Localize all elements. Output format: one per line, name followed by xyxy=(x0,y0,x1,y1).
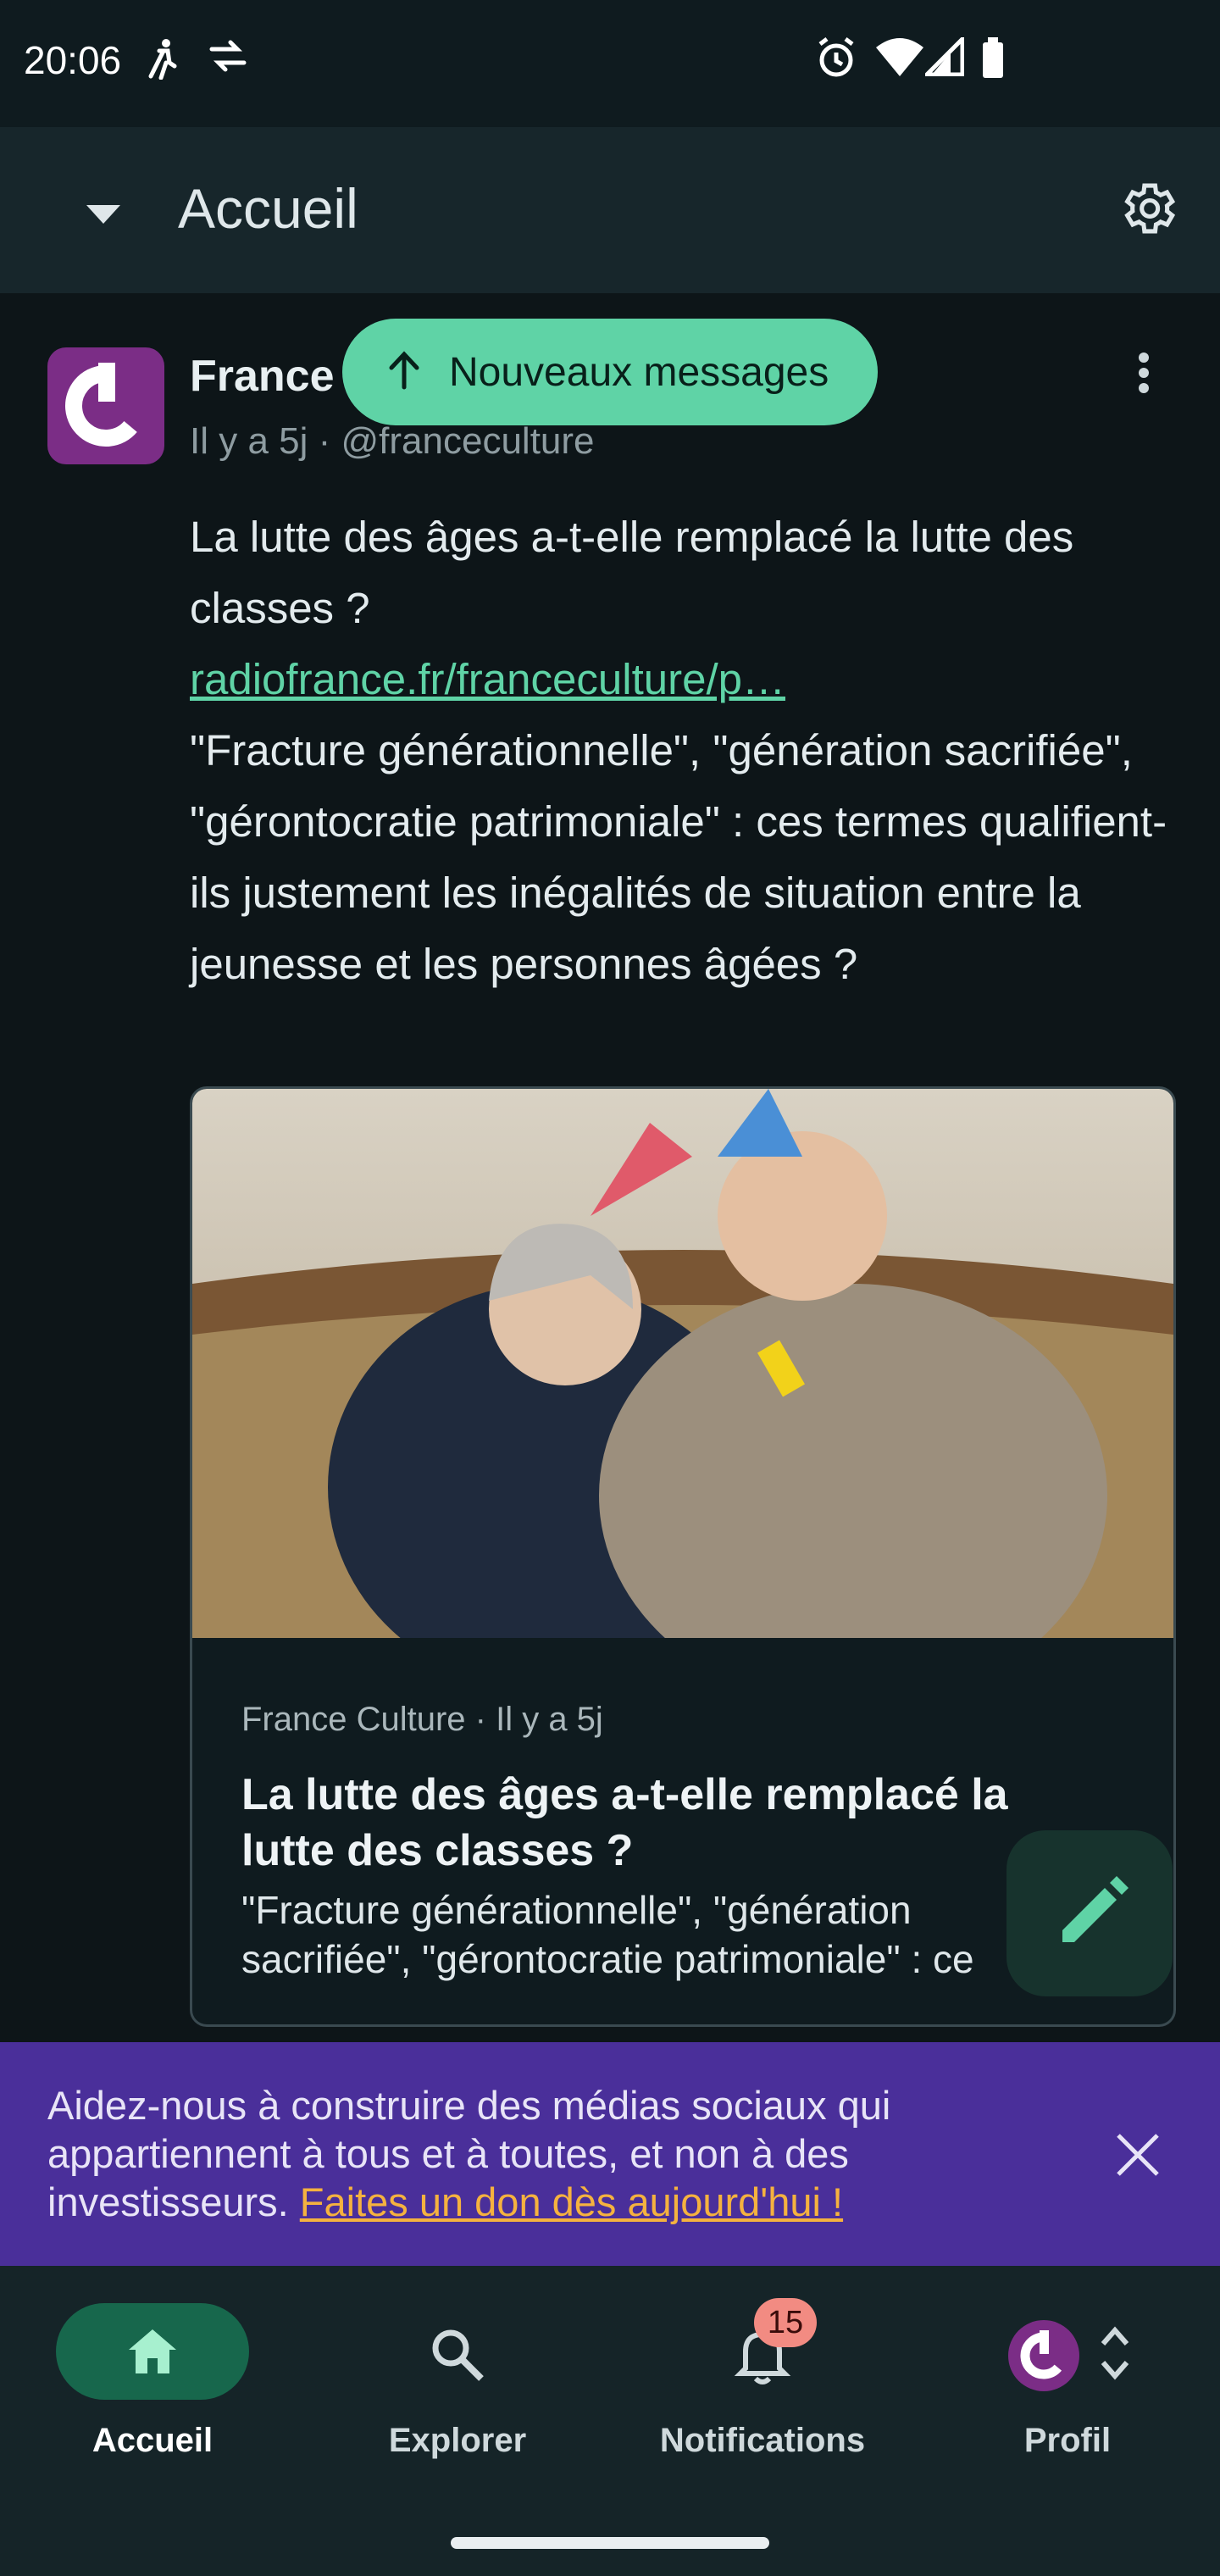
post-link[interactable]: radiofrance.fr/franceculture/p… xyxy=(190,655,785,703)
nav-label-accueil: Accueil xyxy=(92,2422,214,2459)
nav-label-notifications: Notifications xyxy=(659,2422,866,2459)
france-culture-logo-icon xyxy=(65,363,147,447)
page-title[interactable]: Accueil xyxy=(178,176,358,241)
notifications-badge: 15 xyxy=(754,2298,817,2347)
new-messages-button[interactable]: Nouveaux messages xyxy=(342,319,878,425)
nav-item-profil[interactable]: Profil xyxy=(940,2303,1195,2473)
nav-label-profil: Profil xyxy=(1023,2422,1112,2459)
preview-image xyxy=(192,1089,1173,1638)
nav-item-accueil[interactable]: Accueil xyxy=(25,2303,280,2473)
wifi-icon xyxy=(876,38,923,76)
dropdown-icon[interactable] xyxy=(85,203,122,225)
home-icon xyxy=(129,2329,176,2373)
arrow-up-icon xyxy=(389,351,419,390)
card-description: "Fracture générationnelle", "génération … xyxy=(241,1888,974,1981)
profile-avatar xyxy=(1008,2320,1079,2391)
gesture-home-indicator[interactable] xyxy=(451,2537,769,2549)
nav-item-notifications[interactable]: 15 Notifications xyxy=(635,2298,890,2473)
post-text-intro: La lutte des âges a-t-elle remplacé la l… xyxy=(190,513,1074,632)
walking-icon xyxy=(148,39,177,80)
search-icon xyxy=(432,2329,484,2381)
battery-icon xyxy=(983,37,1003,78)
alarm-icon xyxy=(818,37,854,77)
compose-button[interactable] xyxy=(1006,1830,1173,1996)
status-bar: 20:06 xyxy=(0,0,1220,127)
post-text-body: "Fracture générationnelle", "génération … xyxy=(190,726,1167,988)
close-icon[interactable] xyxy=(1115,2132,1161,2178)
donation-banner: Aidez-nous à construire des médias socia… xyxy=(0,2042,1220,2266)
author-avatar[interactable] xyxy=(47,347,164,464)
pencil-icon xyxy=(1062,1876,1128,1942)
author-name[interactable]: France xyxy=(190,351,335,402)
nav-label-explorer: Explorer xyxy=(388,2422,527,2459)
data-transfer-icon xyxy=(209,40,247,72)
signal-icon xyxy=(925,37,964,76)
more-options-icon[interactable] xyxy=(1127,347,1161,398)
donation-link[interactable]: Faites un don dès aujourd'hui ! xyxy=(300,2179,843,2224)
profile-logo-icon xyxy=(1020,2330,1068,2379)
post-content: La lutte des âges a-t-elle remplacé la l… xyxy=(190,502,1190,1000)
card-title: La lutte des âges a-t-elle remplacé la l… xyxy=(241,1770,1008,1875)
post-meta: Il y a 5j · @franceculture xyxy=(190,420,595,462)
nav-active-indicator xyxy=(56,2303,249,2400)
timeline-feed[interactable]: France Il y a 5j · @franceculture La lut… xyxy=(0,293,1220,2042)
status-time: 20:06 xyxy=(24,38,122,82)
settings-gear-icon[interactable] xyxy=(1115,176,1179,241)
app-bar: Accueil xyxy=(0,127,1220,293)
card-meta: France Culture · Il y a 5j xyxy=(241,1701,603,1738)
donation-text: Aidez-nous à construire des médias socia… xyxy=(47,2081,1030,2226)
bottom-navigation: Accueil Explorer 15 Notifications Profil xyxy=(0,2266,1220,2576)
new-messages-label: Nouveaux messages xyxy=(449,350,829,395)
nav-item-explorer[interactable]: Explorer xyxy=(330,2303,585,2473)
account-switcher-icon xyxy=(1101,2326,1129,2380)
